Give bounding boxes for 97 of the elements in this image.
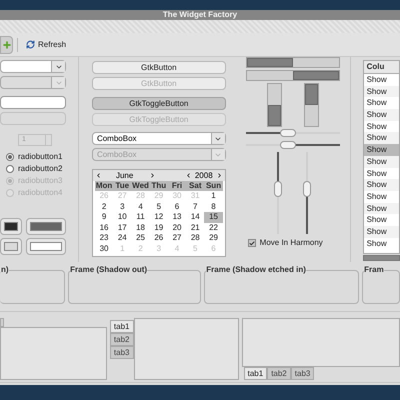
calendar-day[interactable]: 29 — [204, 233, 223, 244]
calendar-day[interactable]: 28 — [186, 233, 204, 244]
radio-label: radiobutton2 — [18, 164, 62, 174]
calendar-day[interactable]: 10 — [113, 212, 132, 222]
color-button[interactable] — [26, 218, 66, 235]
slider[interactable] — [246, 129, 340, 137]
calendar-day[interactable]: 1 — [204, 191, 223, 202]
weekday-label: Sat — [188, 181, 202, 191]
tree-row[interactable]: Show — [364, 86, 399, 98]
calendar-day[interactable]: 17 — [113, 222, 132, 233]
calendar-day[interactable]: 15 — [204, 212, 223, 222]
refresh-icon — [26, 40, 35, 49]
calendar-day[interactable]: 12 — [150, 212, 168, 222]
calendar-day[interactable]: 26 — [150, 233, 168, 244]
tree-row[interactable]: Show — [364, 120, 399, 132]
calendar-day[interactable]: 4 — [131, 202, 150, 212]
calendar-day[interactable]: 22 — [204, 222, 223, 233]
tree-row[interactable]: Show — [364, 238, 399, 250]
frame-label: Fram — [364, 265, 384, 275]
calendar-day[interactable]: 2 — [94, 202, 114, 212]
calendar-day[interactable]: 16 — [94, 222, 114, 233]
tree-row[interactable]: Show — [364, 226, 399, 238]
checkbox-label: Move In Harmony — [260, 237, 323, 249]
frame-label: n) — [1, 265, 9, 275]
calendar-day[interactable]: 23 — [94, 233, 114, 244]
plus-icon — [2, 38, 12, 50]
calendar-day[interactable]: 9 — [94, 212, 114, 222]
weekday-label: Fri — [170, 181, 184, 191]
checkbox[interactable] — [248, 239, 256, 247]
combo-value: ComboBox — [96, 134, 137, 143]
notebook-tab[interactable]: tab2 — [110, 333, 134, 346]
calendar-day[interactable]: 21 — [186, 222, 204, 233]
slider-thumb[interactable] — [303, 180, 312, 197]
color-button[interactable] — [26, 238, 66, 255]
radio-label: radiobutton1 — [18, 152, 62, 162]
tree-row[interactable]: Show — [364, 202, 399, 214]
calendar-day[interactable]: 13 — [168, 212, 186, 222]
slider[interactable] — [274, 152, 282, 234]
color-button[interactable] — [0, 218, 22, 235]
calendar-day[interactable]: 25 — [131, 233, 150, 244]
slider[interactable] — [246, 141, 340, 149]
radio-button[interactable] — [6, 165, 14, 173]
calendar-day[interactable]: 11 — [131, 212, 150, 222]
scrollbar[interactable] — [362, 255, 400, 261]
text-field[interactable] — [0, 96, 66, 109]
notebook-tab[interactable]: tab3 — [110, 346, 134, 359]
calendar-day[interactable]: 27 — [168, 233, 186, 244]
next-month-icon[interactable] — [148, 172, 156, 179]
tree-row[interactable]: Show — [364, 168, 399, 180]
calendar-day[interactable]: 19 — [150, 222, 168, 233]
tree-row[interactable]: Show — [364, 132, 399, 144]
tree-row[interactable]: Show — [364, 179, 399, 191]
column-header[interactable]: Colu — [364, 61, 399, 74]
push-button[interactable]: GtkButton — [92, 61, 226, 74]
notebook-tab[interactable]: tab1 — [110, 320, 134, 333]
slider-thumb[interactable] — [280, 129, 296, 137]
refresh-button[interactable]: Refresh — [26, 38, 66, 50]
calendar-day[interactable]: 6 — [168, 202, 186, 212]
notebook-tab[interactable]: tab2 — [267, 367, 291, 380]
calendar-day[interactable]: 30 — [94, 244, 114, 254]
tree-row[interactable]: Show — [364, 156, 399, 168]
notebook-tab[interactable]: tab1 — [244, 367, 268, 380]
combo-box[interactable] — [0, 60, 66, 73]
weekday-label: Tue — [114, 181, 130, 191]
slider-thumb[interactable] — [280, 141, 296, 149]
combo-value: ComboBox — [96, 150, 137, 159]
calendar-year: 2008 — [194, 170, 213, 182]
slider-thumb[interactable] — [274, 180, 282, 197]
weekday-label: Mon — [94, 181, 114, 191]
calendar-day[interactable]: 7 — [186, 202, 204, 212]
add-button[interactable] — [0, 36, 13, 54]
calendar-day[interactable]: 24 — [113, 233, 132, 244]
calendar-day[interactable]: 8 — [204, 202, 223, 212]
color-button[interactable] — [0, 238, 22, 255]
calendar-day[interactable]: 18 — [131, 222, 150, 233]
calendar-day[interactable]: 5 — [150, 202, 168, 212]
combo-box[interactable]: ComboBox — [92, 132, 226, 145]
previous-year-icon[interactable] — [184, 172, 192, 179]
tree-row[interactable]: Show — [364, 144, 399, 156]
notebook-tab[interactable]: tab3 — [290, 367, 314, 380]
calendar-day[interactable]: 3 — [113, 202, 132, 212]
calendar-month: June — [116, 170, 134, 182]
slider[interactable] — [303, 152, 312, 234]
next-year-icon[interactable] — [216, 172, 223, 179]
frame-label: Frame (Shadow out) — [70, 265, 148, 275]
weekday-label: Sun — [204, 181, 222, 191]
calendar-day[interactable]: 14 — [186, 212, 204, 222]
weekday-label: Thu — [150, 181, 168, 191]
toggle-button[interactable]: GtkToggleButton — [92, 97, 226, 110]
weekday-label: Wed — [131, 181, 150, 191]
radio-button[interactable] — [6, 153, 14, 161]
tree-row[interactable]: Show — [364, 109, 399, 121]
check-icon — [248, 240, 255, 246]
previous-month-icon[interactable] — [94, 172, 102, 179]
window-title: The Widget Factory — [162, 10, 238, 20]
calendar-day[interactable]: 20 — [168, 222, 186, 233]
frame-label: Frame (Shadow etched in) — [206, 265, 306, 275]
